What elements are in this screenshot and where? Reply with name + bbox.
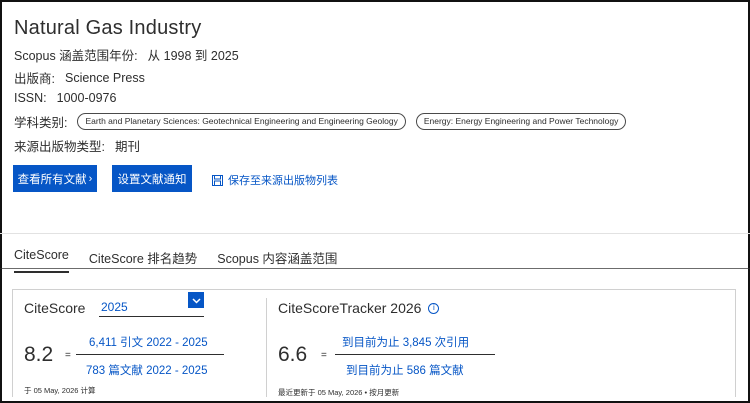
source-type-value: 期刊	[114, 140, 140, 154]
tab-scopus-coverage[interactable]: Scopus 内容涵盖范围	[217, 248, 337, 273]
citescore-fraction-line	[76, 354, 224, 355]
tracker-equals: =	[321, 350, 327, 361]
info-icon[interactable]: i	[428, 302, 440, 314]
publisher-row: 出版商: Science Press	[14, 68, 145, 87]
tracker-documents-link[interactable]: 到目前为止 586 篇文献	[346, 362, 464, 378]
issn-row: ISSN: 1000-0976	[14, 91, 116, 105]
set-document-alert-button[interactable]: 设置文献通知	[112, 165, 192, 192]
year-dropdown-toggle[interactable]	[188, 292, 204, 308]
coverage-value: 从 1998 到 2025	[147, 49, 239, 63]
source-type-row: 来源出版物类型: 期刊	[14, 136, 140, 155]
tracker-title: CiteScoreTracker 2026	[278, 300, 422, 316]
subject-pill-geotechnical[interactable]: Earth and Planetary Sciences: Geotechnic…	[77, 113, 406, 130]
tracker-citations-link[interactable]: 到目前为止 3,845 次引用	[342, 334, 469, 350]
citescore-citations-link[interactable]: 6,411 引文 2022 - 2025	[89, 334, 208, 350]
citescore-calculated-note: 于 05 May, 2026 计算	[24, 386, 96, 395]
tab-citescore[interactable]: CiteScore	[14, 248, 69, 273]
tracker-value: 6.6	[278, 343, 308, 366]
chevron-down-icon	[191, 291, 201, 309]
set-document-alert-label: 设置文献通知	[117, 173, 187, 186]
citescore-title: CiteScore	[24, 300, 86, 316]
coverage-row: Scopus 涵盖范围年份: 从 1998 到 2025	[14, 45, 239, 64]
tab-citescore-rank-trend[interactable]: CiteScore 排名趋势	[89, 248, 197, 273]
tracker-title-row: CiteScoreTracker 2026 i	[278, 300, 440, 316]
citescore-documents-link[interactable]: 783 篇文献 2022 - 2025	[86, 362, 207, 378]
view-all-documents-button[interactable]: 查看所有文献 ›	[13, 165, 97, 192]
citescore-equals: =	[65, 350, 71, 361]
publisher-value: Science Press	[64, 70, 145, 85]
publisher-label: 出版商:	[14, 72, 55, 86]
coverage-label: Scopus 涵盖范围年份:	[14, 49, 138, 63]
section-divider	[0, 233, 750, 234]
metrics-tabs: CiteScore CiteScore 排名趋势 Scopus 内容涵盖范围	[14, 248, 337, 273]
subject-pill-energy[interactable]: Energy: Energy Engineering and Power Tec…	[415, 113, 627, 130]
subject-label: 学科类别:	[14, 116, 68, 130]
panel-vertical-divider	[266, 298, 267, 397]
chevron-right-icon: ›	[88, 172, 93, 185]
save-to-source-list-label: 保存至来源出版物列表	[228, 175, 338, 187]
tracker-updated-note: 最近更新于 05 May, 2026 • 按月更新	[278, 388, 400, 397]
tab-underline-rule	[0, 268, 750, 269]
save-icon	[212, 174, 223, 186]
issn-value: 1000-0976	[56, 91, 117, 105]
citescore-value: 8.2	[24, 343, 54, 366]
source-type-label: 来源出版物类型:	[14, 140, 105, 154]
issn-label: ISSN:	[14, 91, 47, 105]
subject-row: 学科类别: Earth and Planetary Sciences: Geot…	[14, 112, 627, 131]
source-title: Natural Gas Industry	[14, 17, 202, 39]
view-all-documents-label: 查看所有文献	[17, 173, 87, 186]
save-to-source-list-link[interactable]: 保存至来源出版物列表	[212, 172, 338, 188]
tracker-fraction-line	[335, 354, 495, 355]
